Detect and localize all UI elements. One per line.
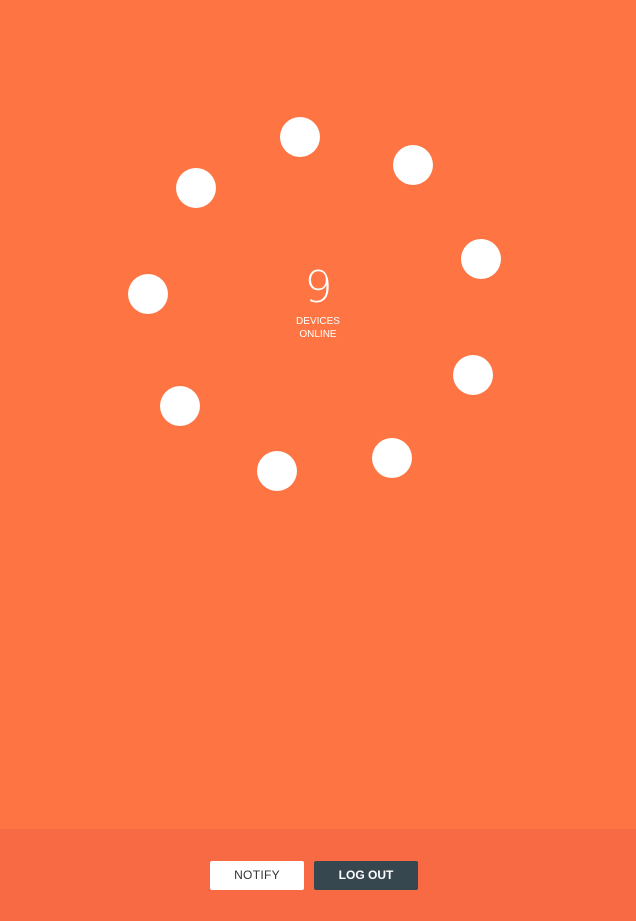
device-map: 9 DEVICES ONLINE [0,0,636,829]
device-dot[interactable] [393,145,433,185]
device-dot[interactable] [257,451,297,491]
device-dot[interactable] [453,355,493,395]
logout-button[interactable]: LOG OUT [314,861,418,890]
footer-bar: NOTIFY LOG OUT [0,829,636,921]
notify-button[interactable]: NOTIFY [210,861,304,890]
devices-online-counter: 9 DEVICES ONLINE [268,264,368,341]
device-dot[interactable] [176,168,216,208]
device-count-caption-line1: DEVICES [296,316,340,327]
device-dot[interactable] [128,274,168,314]
device-count-caption-line2: ONLINE [299,329,337,340]
device-dot[interactable] [372,438,412,478]
device-dot[interactable] [461,239,501,279]
device-count: 9 [304,262,333,313]
device-dot[interactable] [280,117,320,157]
device-dot[interactable] [160,386,200,426]
